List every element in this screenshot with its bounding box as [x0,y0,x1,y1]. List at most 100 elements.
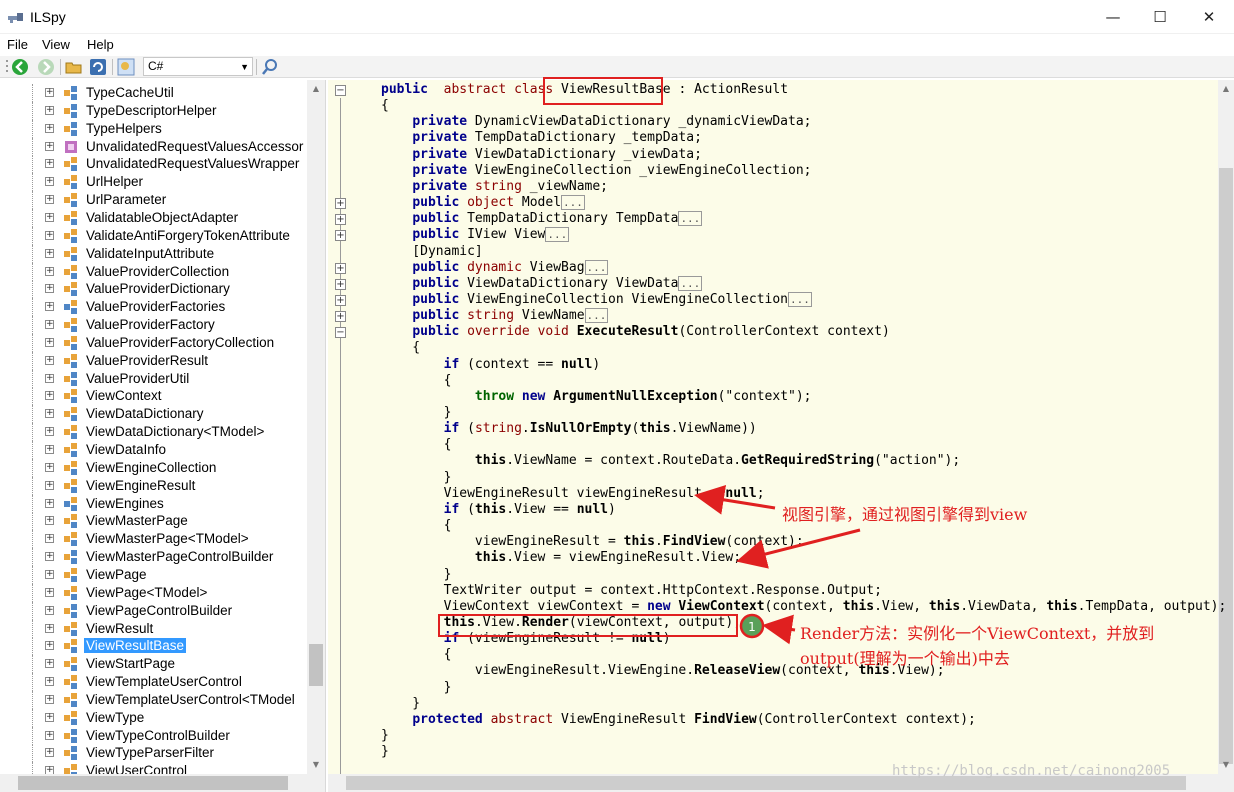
menu-file[interactable]: File [7,37,28,52]
expand-icon[interactable]: + [45,605,54,615]
expand-icon[interactable]: + [45,677,54,687]
tree-item[interactable]: + ValueProviderCollection [0,262,306,281]
forward-icon[interactable] [37,58,55,76]
expand-icon[interactable]: + [335,294,346,306]
back-icon[interactable] [11,58,29,76]
tree-item[interactable]: + UrlHelper [0,173,306,192]
expand-icon[interactable]: + [45,748,54,758]
expand-icon[interactable]: + [45,141,54,151]
expand-icon[interactable]: + [335,262,346,274]
menu-view[interactable]: View [42,37,70,52]
expand-icon[interactable]: + [45,248,54,258]
tree-item[interactable]: + UnvalidatedRequestValuesWrapper [0,155,306,174]
collapse-icon[interactable]: − [335,327,346,339]
expand-icon[interactable]: + [45,552,54,562]
expand-icon[interactable]: + [335,278,346,290]
assembly-tree[interactable]: + ViewUserControl + ViewTypeParserFilter + Vi… [0,80,326,792]
expand-icon[interactable]: + [45,230,54,240]
scroll-down-icon[interactable]: ▼ [307,760,325,769]
expand-icon[interactable]: + [45,123,54,133]
expand-icon[interactable]: + [45,355,54,365]
expand-icon[interactable]: + [45,641,54,651]
close-button[interactable]: ✕ [1186,0,1232,34]
tree-item[interactable]: + TypeHelpers [0,119,306,138]
tree-item[interactable]: + ViewMasterPageControlBuilder [0,548,306,567]
collapsed-region[interactable]: ... [788,291,812,307]
expand-icon[interactable]: + [45,302,54,312]
collapsed-region[interactable]: ... [584,259,609,275]
minimize-button[interactable]: — [1090,0,1136,34]
scroll-up-icon[interactable]: ▲ [1218,84,1234,93]
refresh-icon[interactable] [89,58,107,76]
collapsed-region[interactable]: ... [561,195,585,211]
expand-icon[interactable]: + [45,320,54,330]
tree-item[interactable]: + ValidateAntiForgeryTokenAttribute [0,226,306,245]
tree-item[interactable]: + ViewResult [0,619,306,638]
expand-icon[interactable]: + [335,198,346,210]
tree-item[interactable]: + ViewDataDictionary<TModel> [0,423,306,442]
tree-scroll-thumb[interactable] [309,644,323,686]
tree-item[interactable]: + ValueProviderUtil [0,369,306,388]
expand-icon[interactable]: + [45,391,54,401]
expand-icon[interactable]: + [45,195,54,205]
tree-horizontal-scrollbar[interactable] [0,774,307,792]
code-view[interactable]: ▲ ▼ − public abstract class ViewResultBas… [328,80,1234,792]
collapsed-region[interactable]: ... [678,275,703,291]
collapsed-region[interactable]: ... [584,308,609,324]
expand-icon[interactable]: + [45,587,54,597]
expand-icon[interactable]: + [45,498,54,508]
expand-icon[interactable]: + [45,284,54,294]
expand-icon[interactable]: + [45,445,54,454]
tree-item[interactable]: + ViewTemplateUserControl [0,673,306,692]
expand-icon[interactable]: + [45,409,54,419]
tree-item[interactable]: + ViewDataDictionary [0,405,306,424]
tree-item[interactable]: + ViewPage<TModel> [0,583,306,602]
expand-icon[interactable]: + [45,212,54,222]
tree-item[interactable]: + ViewTypeControlBuilder [0,726,306,745]
tree-item[interactable]: + TypeCacheUtil [0,84,306,102]
tree-item[interactable]: + ViewMasterPage [0,512,306,531]
tree-item[interactable]: + ViewTemplateUserControl<TModel [0,690,306,709]
expand-icon[interactable]: + [335,230,346,242]
menu-help[interactable]: Help [87,37,114,52]
tree-item[interactable]: + ValueProviderResult [0,351,306,370]
expand-icon[interactable]: + [45,177,54,187]
tree-item[interactable]: + ValidatableObjectAdapter [0,208,306,227]
tree-item[interactable]: + ViewPage [0,565,306,584]
tree-item[interactable]: + ValidateInputAttribute [0,244,306,263]
scroll-down-icon[interactable]: ▼ [1218,760,1234,769]
maximize-button[interactable]: ☐ [1137,0,1183,34]
search-node-icon[interactable] [117,58,135,76]
expand-icon[interactable]: + [45,337,54,347]
tree-item[interactable]: + UrlParameter [0,191,306,210]
expand-icon[interactable]: + [335,214,346,226]
expand-icon[interactable]: + [45,730,54,740]
tree-item[interactable]: + ViewResultBase [0,637,306,656]
expand-icon[interactable]: + [45,427,54,437]
tree-item[interactable]: + ValueProviderFactoryCollection [0,333,306,352]
tree-item[interactable]: + ViewContext [0,387,306,406]
tree-item[interactable]: + ViewPageControlBuilder [0,601,306,620]
collapsed-region[interactable]: ... [545,227,570,243]
tree-item[interactable]: + ValueProviderFactory [0,316,306,335]
collapsed-region[interactable]: ... [678,211,703,227]
tree-item[interactable]: + ViewTypeParserFilter [0,744,306,763]
expand-icon[interactable]: + [45,623,54,633]
tree-item[interactable]: + ViewDataInfo [0,441,306,459]
tree-vertical-scrollbar[interactable]: ▲ ▼ [307,80,325,792]
tree-item[interactable]: + ViewMasterPage<TModel> [0,530,306,549]
expand-icon[interactable]: + [45,462,54,472]
expand-icon[interactable]: + [45,266,54,276]
tree-item[interactable]: + ViewEngineCollection [0,458,306,477]
tree-item[interactable]: + UnvalidatedRequestValuesAccessor [0,137,306,156]
tree-item[interactable]: + ViewStartPage [0,655,306,674]
expand-icon[interactable]: + [45,373,54,383]
expand-icon[interactable]: + [45,712,54,722]
expand-icon[interactable]: + [45,516,54,526]
code-scroll-thumb[interactable] [1219,168,1233,764]
tree-item[interactable]: + ValueProviderDictionary [0,280,306,299]
expand-icon[interactable]: + [45,159,54,169]
tree-item[interactable]: + ViewEngines [0,494,306,513]
expand-icon[interactable]: + [45,569,54,579]
code-vertical-scrollbar[interactable]: ▲ ▼ [1218,80,1234,792]
